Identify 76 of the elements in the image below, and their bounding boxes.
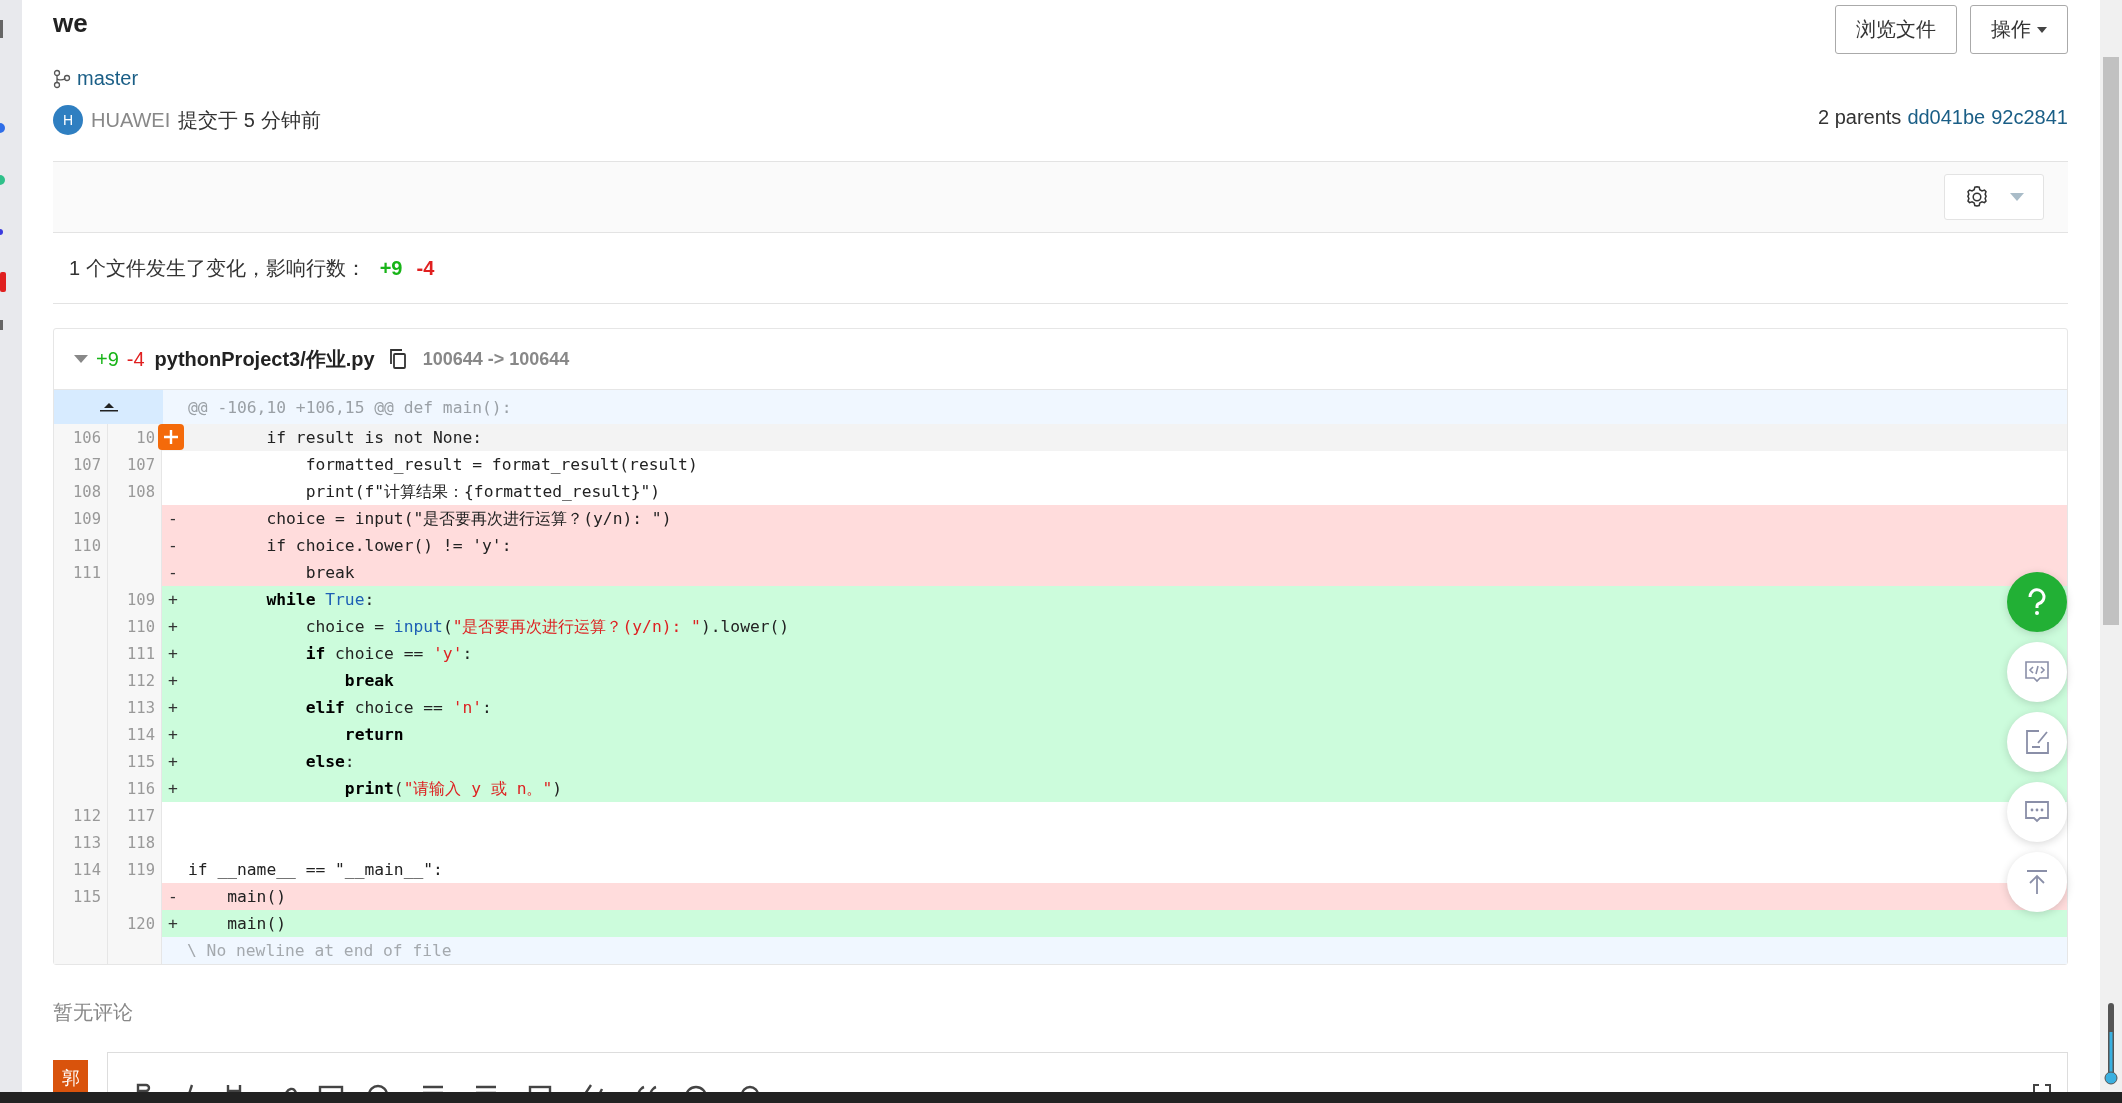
file-path: pythonProject3/作业.py xyxy=(154,346,375,372)
author-avatar: H xyxy=(53,105,83,135)
no-newline-note: \ No newline at end of file xyxy=(186,941,452,960)
line-number: 111 xyxy=(108,640,162,667)
branch-link[interactable]: master xyxy=(77,67,139,90)
file-added-count: +9 xyxy=(96,347,119,371)
diff-sign: - xyxy=(168,563,178,582)
file-mode: 100644 -> 100644 xyxy=(422,348,570,370)
code-line: if result is not None: xyxy=(265,428,483,447)
line-number: 107 xyxy=(54,451,108,478)
line-number: 117 xyxy=(108,802,162,829)
line-number: 114 xyxy=(54,856,108,883)
parent-hash-link[interactable]: dd041be xyxy=(1907,106,1986,129)
code-line: print("请输入 y 或 n。") xyxy=(343,777,563,800)
line-number: 111 xyxy=(54,559,108,586)
code-line: choice = input("是否要再次进行运算？(y/n): ") xyxy=(265,507,672,530)
diff-sign: + xyxy=(168,914,178,933)
line-number: 118 xyxy=(108,829,162,856)
hunk-header: @@ -106,10 +106,15 @@ def main(): xyxy=(187,397,512,417)
file-removed-count: -4 xyxy=(126,347,145,371)
line-number: 108 xyxy=(108,478,162,505)
line-number: 115 xyxy=(108,748,162,775)
line-number: 116 xyxy=(108,775,162,802)
diff-sign: + xyxy=(168,779,178,798)
parent-hash-link[interactable]: 92c2841 xyxy=(1991,106,2068,129)
code-line: main() xyxy=(226,914,287,933)
diff-sign: + xyxy=(168,617,178,636)
line-number: 109 xyxy=(108,586,162,613)
code-line: return xyxy=(343,725,404,744)
author-name[interactable]: HUAWEI xyxy=(91,108,171,132)
commit-time: 提交于 5 分钟前 xyxy=(178,107,321,133)
code-line: if __name__ == "__main__": xyxy=(188,860,443,879)
no-comments-text: 暂无评论 xyxy=(53,1000,134,1025)
code-line: elif choice == 'n': xyxy=(304,698,492,717)
diff-sign: + xyxy=(168,590,178,609)
diff-sign: + xyxy=(168,698,178,717)
parents-label: 2 parents xyxy=(1818,106,1902,129)
diff-sign: + xyxy=(168,725,178,744)
change-summary: 1 个文件发生了变化，影响行数： xyxy=(69,255,366,281)
line-number: 113 xyxy=(108,694,162,721)
line-number: 119 xyxy=(108,856,162,883)
code-line: choice = input("是否要再次进行运算？(y/n): ").lower() xyxy=(304,615,790,638)
added-count: +9 xyxy=(379,256,403,280)
code-line: formatted_result = format_result(result) xyxy=(304,455,698,474)
diff-sign: - xyxy=(168,536,178,555)
diff-sign: + xyxy=(168,644,178,663)
code-line: main() xyxy=(226,887,287,906)
code-line: print(f"计算结果：{formatted_result}") xyxy=(304,480,661,503)
line-number: 106 xyxy=(54,424,108,451)
diff-sign: - xyxy=(168,509,178,528)
line-number: 108 xyxy=(54,478,108,505)
line-number: 110 xyxy=(108,613,162,640)
line-number: 120 xyxy=(108,910,162,937)
browse-files-button[interactable]: 浏览文件 xyxy=(1835,5,1957,54)
line-number: 112 xyxy=(54,802,108,829)
code-line: while True: xyxy=(265,590,375,609)
line-number: 107 xyxy=(108,451,162,478)
user-avatar: 郭 xyxy=(53,1060,88,1092)
diff-sign: + xyxy=(168,752,178,771)
line-number: 10 xyxy=(108,424,162,451)
removed-count: -4 xyxy=(416,256,435,280)
line-number: 109 xyxy=(54,505,108,532)
diff-sign: - xyxy=(168,887,178,906)
actions-dropdown[interactable]: 操作 xyxy=(1970,5,2068,54)
line-number: 112 xyxy=(108,667,162,694)
line-number: 115 xyxy=(54,883,108,910)
code-line: break xyxy=(343,671,394,690)
line-number: 113 xyxy=(54,829,108,856)
code-line: if choice.lower() != 'y': xyxy=(265,536,512,555)
code-line: break xyxy=(304,563,355,582)
diff-sign: + xyxy=(168,671,178,690)
code-line: else: xyxy=(304,752,355,771)
commit-title: we xyxy=(53,8,89,39)
line-number: 114 xyxy=(108,721,162,748)
code-line: if choice == 'y': xyxy=(304,644,473,663)
line-number: 110 xyxy=(54,532,108,559)
